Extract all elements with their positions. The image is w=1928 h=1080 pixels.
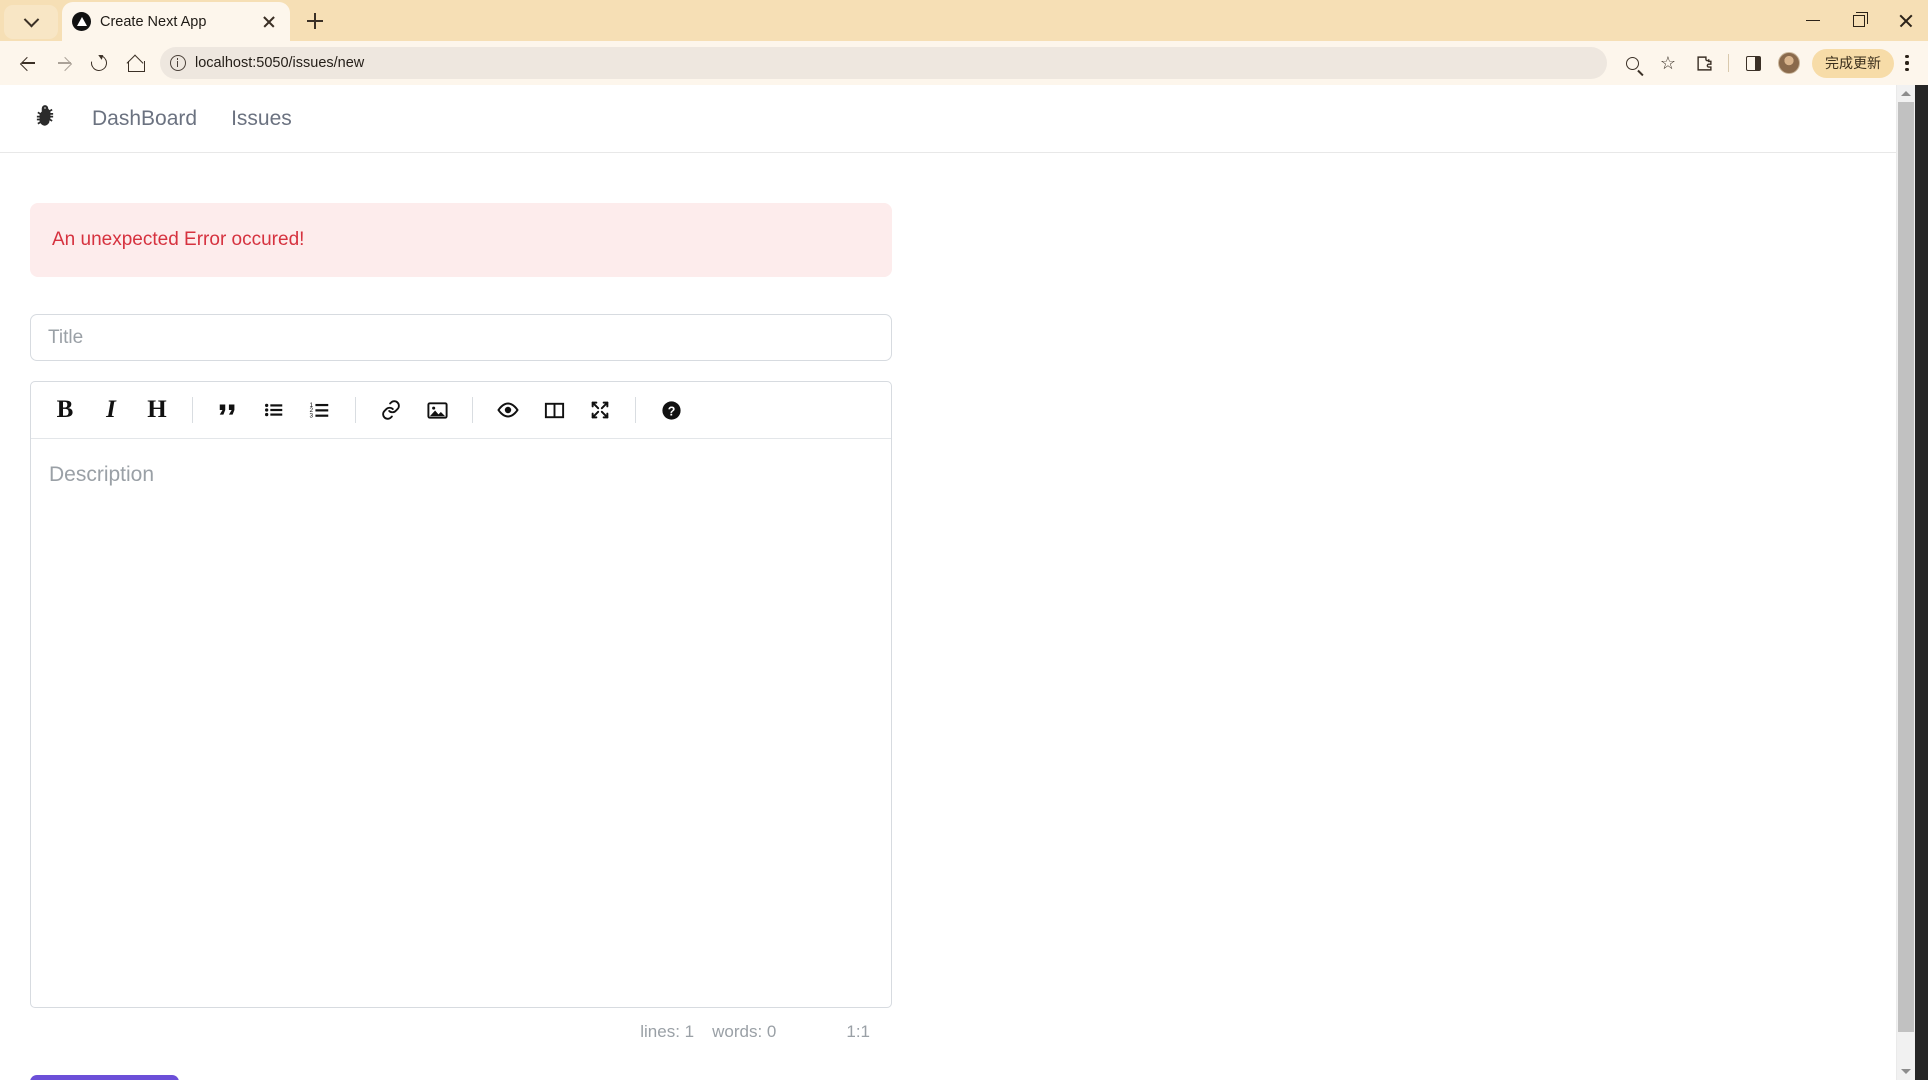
- bug-icon[interactable]: [32, 103, 58, 134]
- browser-tab[interactable]: Create Next App: [62, 2, 290, 41]
- minimize-button[interactable]: [1790, 0, 1836, 41]
- image-button[interactable]: [415, 388, 459, 432]
- nav-link-issues[interactable]: Issues: [231, 107, 292, 131]
- url-text: localhost:5050/issues/new: [195, 55, 365, 71]
- tab-title: Create Next App: [100, 13, 207, 30]
- quote-icon: [219, 404, 235, 415]
- side-by-side-button[interactable]: [532, 388, 576, 432]
- bookmark-button[interactable]: ☆: [1651, 46, 1685, 80]
- cursor-position: 1:1: [846, 1022, 870, 1041]
- back-button[interactable]: [10, 46, 44, 80]
- extensions-button[interactable]: [1687, 46, 1721, 80]
- ordered-list-button[interactable]: 1 2 3: [298, 388, 342, 432]
- italic-button[interactable]: I: [89, 388, 133, 432]
- profile-button[interactable]: [1772, 46, 1806, 80]
- editor-status-counts: lines: 1 words: 0: [640, 1022, 776, 1042]
- image-icon: [426, 401, 448, 419]
- star-icon: ☆: [1659, 53, 1677, 73]
- forward-button[interactable]: [46, 46, 80, 80]
- tab-strip: Create Next App: [0, 0, 1928, 41]
- scroll-down-arrow-icon[interactable]: [1897, 1063, 1915, 1080]
- scrollbar-track[interactable]: [1897, 102, 1915, 1063]
- web-page: DashBoard Issues An unexpected Error occ…: [0, 85, 1896, 1080]
- lines-count: lines: 1: [640, 1022, 695, 1041]
- toolbar-divider: [1728, 54, 1729, 72]
- preview-eye-icon: [497, 402, 519, 418]
- quote-button[interactable]: [206, 388, 250, 432]
- site-info-icon[interactable]: [170, 55, 186, 71]
- window-close-icon: [1898, 13, 1913, 28]
- browser-window: Create Next App localhost:5050/issues/ne…: [0, 0, 1928, 1080]
- side-panel-icon: [1745, 55, 1761, 71]
- scrollbar-thumb[interactable]: [1898, 102, 1914, 1032]
- unordered-list-button[interactable]: [252, 388, 296, 432]
- link-icon: [382, 400, 400, 420]
- browser-toolbar: localhost:5050/issues/new ☆ 完成更新: [0, 41, 1928, 85]
- nav-link-dashboard[interactable]: DashBoard: [92, 107, 197, 131]
- three-dot-menu-icon[interactable]: [1896, 48, 1918, 78]
- error-alert-message: An unexpected Error occured!: [52, 229, 305, 250]
- words-count: words: 0: [712, 1022, 777, 1041]
- preview-button[interactable]: [486, 388, 530, 432]
- profile-avatar: [1778, 52, 1800, 74]
- page-content: An unexpected Error occured! B I H: [0, 153, 892, 1080]
- page-scrollbar[interactable]: [1896, 85, 1915, 1080]
- editor-separator: [472, 397, 473, 423]
- maximize-icon: [1853, 11, 1868, 27]
- editor-separator: [192, 397, 193, 423]
- editor-separator: [355, 397, 356, 423]
- description-placeholder: Description: [49, 463, 155, 486]
- unordered-list-icon: [265, 403, 283, 417]
- heading-button[interactable]: H: [135, 388, 179, 432]
- reload-icon: [87, 51, 111, 75]
- side-by-side-icon: [544, 402, 564, 418]
- submit-new-button[interactable]: Submit New: [30, 1075, 179, 1080]
- page-viewport: DashBoard Issues An unexpected Error occ…: [0, 85, 1928, 1080]
- editor-toolbar: B I H 1 2 3 ?: [31, 382, 891, 439]
- bold-button[interactable]: B: [43, 388, 87, 432]
- description-textarea[interactable]: Description: [31, 439, 891, 1007]
- maximize-button[interactable]: [1836, 0, 1882, 41]
- window-controls: [1790, 0, 1928, 41]
- back-arrow-icon: [20, 56, 35, 71]
- markdown-editor: B I H 1 2 3 ? Description: [30, 381, 892, 1008]
- zoom-magnifier-icon: [1625, 56, 1639, 70]
- tab-search-button[interactable]: [4, 5, 58, 39]
- side-panel-button[interactable]: [1736, 46, 1770, 80]
- svg-text:?: ?: [667, 404, 675, 418]
- puzzle-icon: [1696, 55, 1712, 71]
- editor-status-bar: lines: 1 words: 0 1:1: [30, 1008, 892, 1042]
- window-close-button[interactable]: [1882, 0, 1928, 41]
- help-button[interactable]: ?: [649, 388, 693, 432]
- fullscreen-icon: [591, 401, 609, 419]
- bug-glyph: [36, 105, 54, 126]
- app-navbar: DashBoard Issues: [0, 85, 1896, 153]
- scroll-up-arrow-icon[interactable]: [1897, 85, 1915, 102]
- reload-button[interactable]: [82, 46, 116, 80]
- title-input[interactable]: [30, 314, 892, 361]
- forward-arrow-icon: [56, 56, 71, 71]
- address-bar[interactable]: localhost:5050/issues/new: [160, 47, 1607, 79]
- home-icon: [127, 56, 145, 72]
- minimize-icon: [1806, 19, 1820, 22]
- fullscreen-button[interactable]: [578, 388, 622, 432]
- nextjs-logo-icon: [72, 12, 91, 31]
- svg-text:3: 3: [309, 413, 313, 420]
- new-tab-plus-icon[interactable]: [298, 4, 332, 38]
- editor-separator: [635, 397, 636, 423]
- ordered-list-icon: 1 2 3: [309, 402, 329, 420]
- close-icon[interactable]: [258, 11, 280, 33]
- help-icon: ?: [661, 400, 681, 420]
- home-button[interactable]: [118, 46, 152, 80]
- link-button[interactable]: [369, 388, 413, 432]
- desktop-background-edge: [1915, 85, 1928, 1080]
- error-alert: An unexpected Error occured!: [30, 203, 892, 277]
- update-button[interactable]: 完成更新: [1812, 48, 1894, 78]
- zoom-button[interactable]: [1615, 46, 1649, 80]
- chevron-down-icon: [23, 11, 39, 27]
